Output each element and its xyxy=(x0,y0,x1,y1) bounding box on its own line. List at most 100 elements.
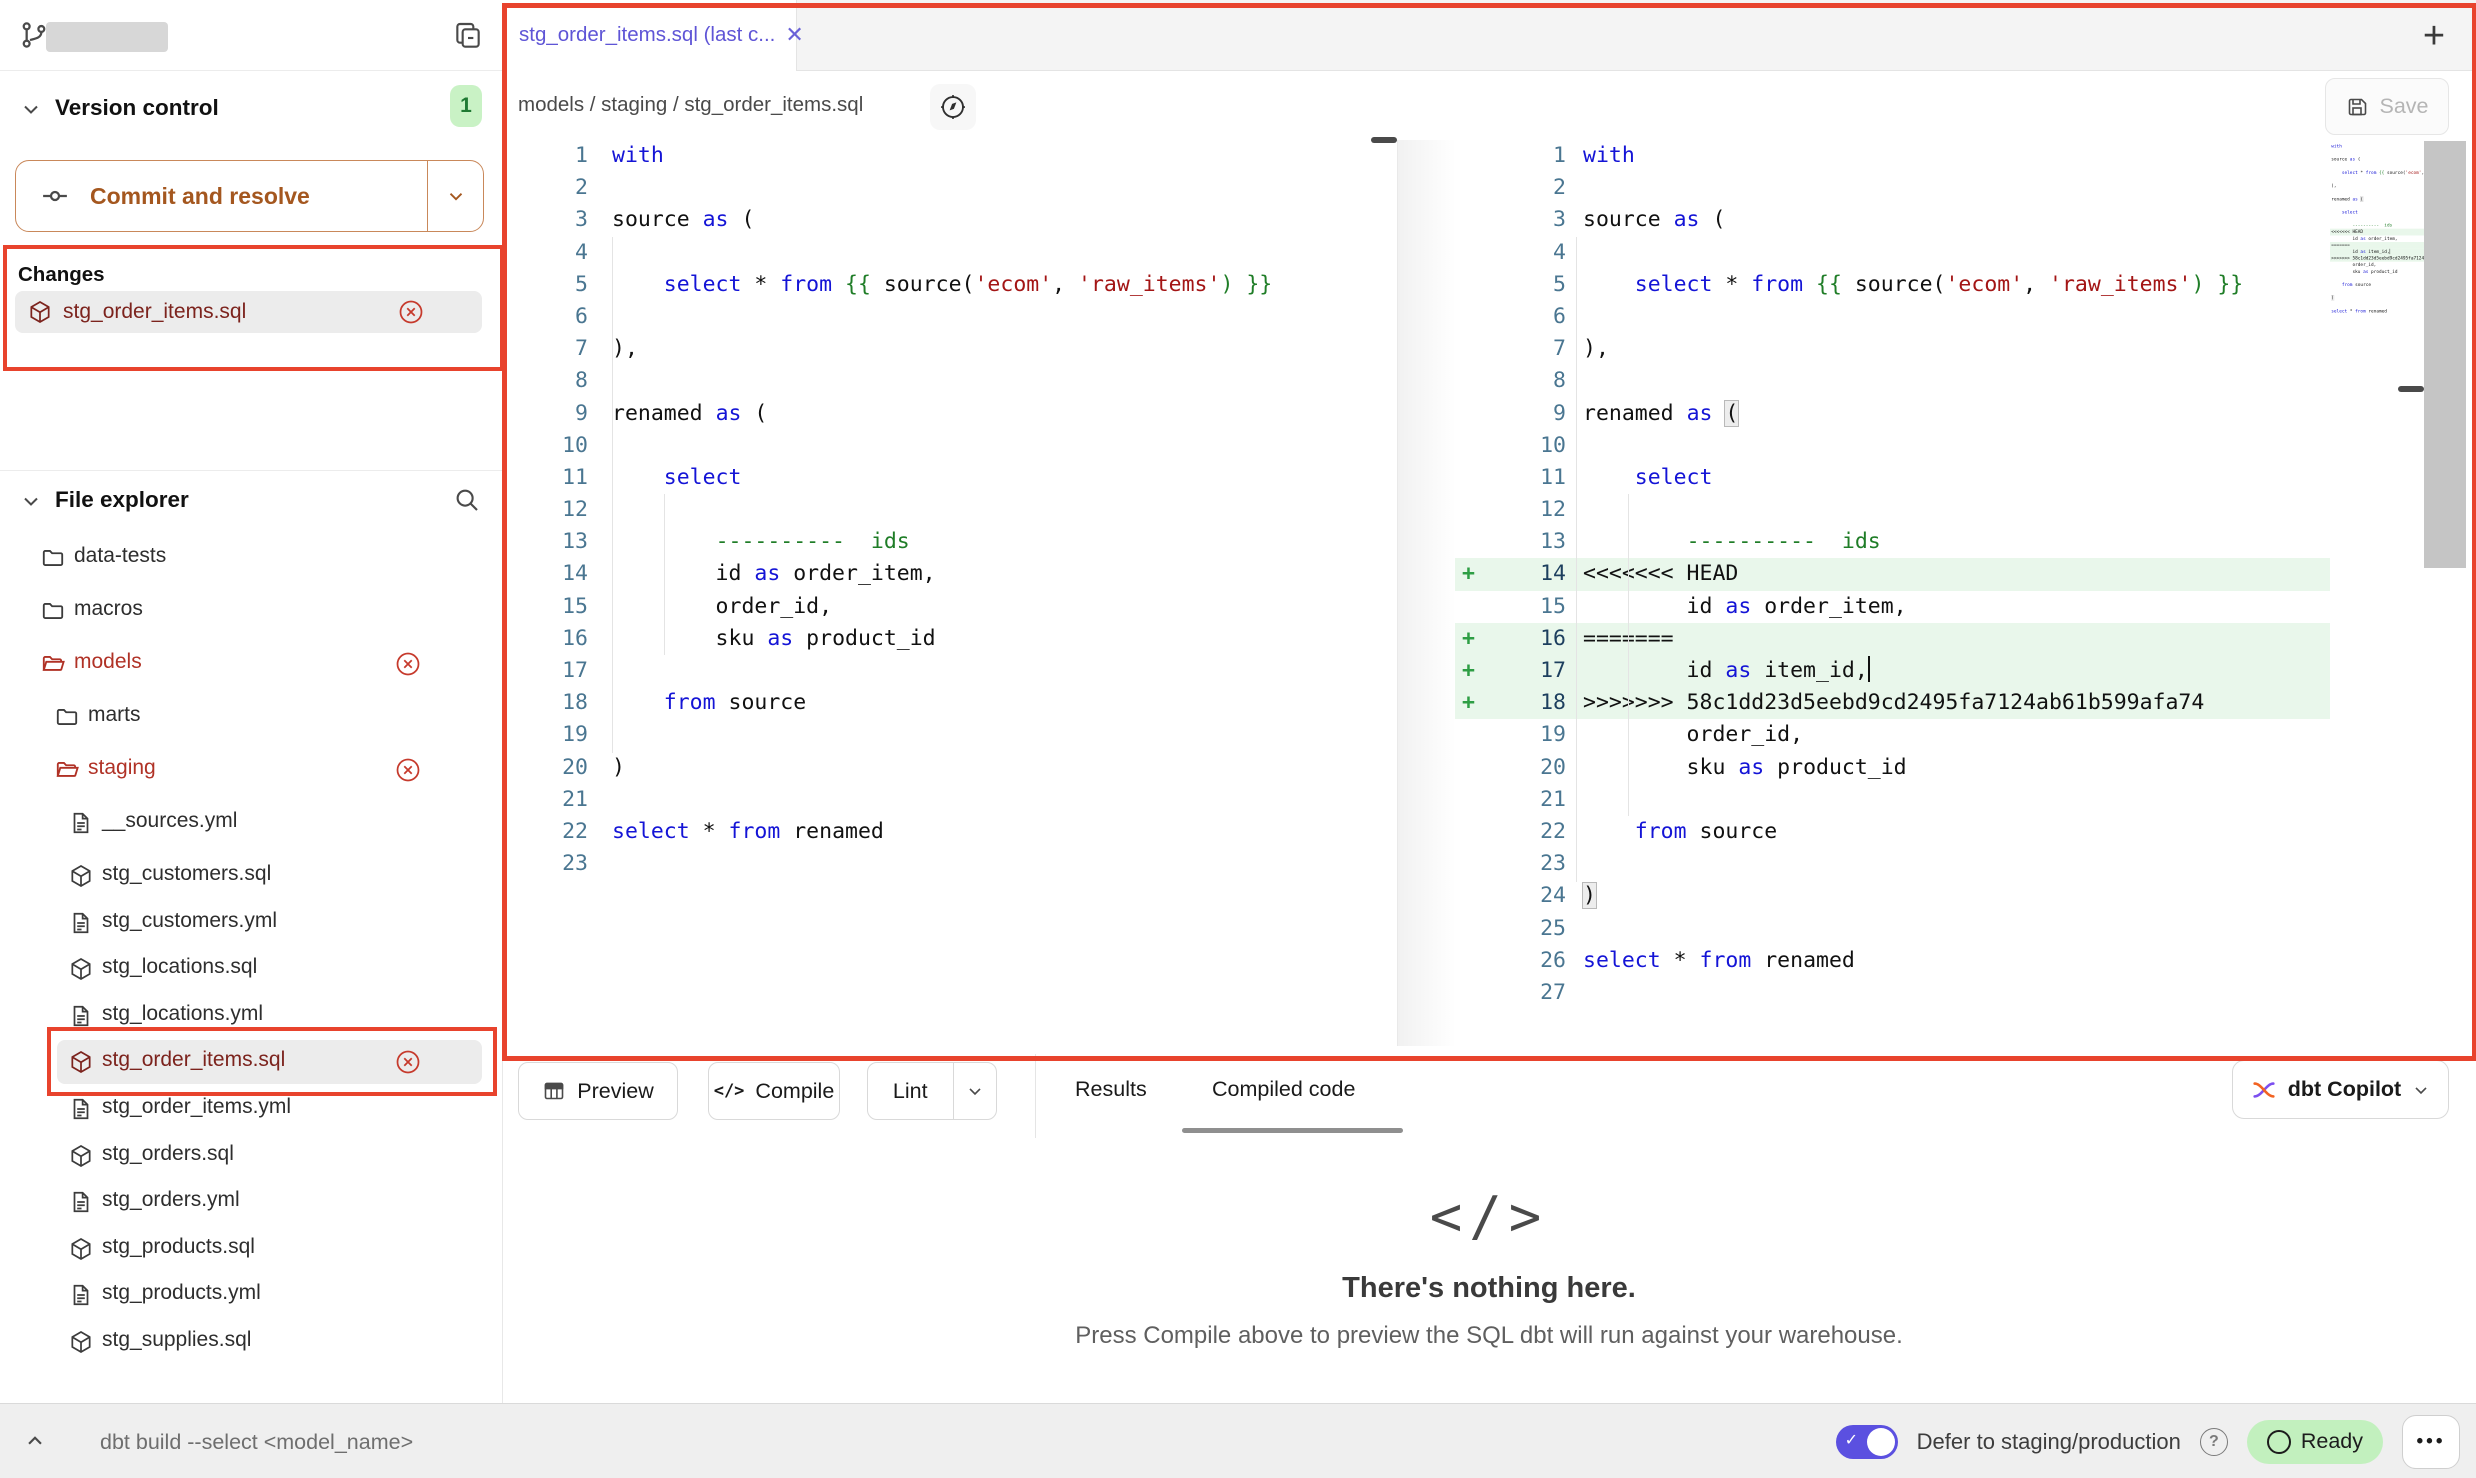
code-line-1[interactable]: 1with xyxy=(1455,140,2330,172)
minimap[interactable]: withsource as ( select * from {{ source(… xyxy=(2330,143,2424,383)
more-options-button[interactable]: ••• xyxy=(2402,1415,2460,1469)
code-line-5[interactable]: 5 select * from {{ source('ecom', 'raw_i… xyxy=(1455,269,2330,301)
code-line-21[interactable]: 21 xyxy=(502,784,1397,816)
discard-change-icon[interactable] xyxy=(394,1048,422,1081)
code-line-10[interactable]: 10 xyxy=(502,430,1397,462)
file-tree-item-macros[interactable]: macros xyxy=(0,589,502,633)
code-line-7[interactable]: 7), xyxy=(502,333,1397,365)
save-button[interactable]: Save xyxy=(2325,78,2449,135)
code-line-10[interactable] xyxy=(2330,202,2424,209)
left-scrollbar-thumb[interactable] xyxy=(1371,137,1397,143)
code-line-12[interactable]: 12 xyxy=(502,494,1397,526)
dbt-copilot-button[interactable]: dbt Copilot xyxy=(2232,1060,2449,1119)
commit-options-chevron[interactable] xyxy=(428,185,483,207)
code-line-22[interactable]: 22 from source xyxy=(1455,816,2330,848)
code-line-4[interactable]: 4 xyxy=(502,237,1397,269)
help-icon[interactable]: ? xyxy=(2200,1428,2228,1456)
code-line-13[interactable]: 13 ---------- ids xyxy=(502,526,1397,558)
code-line-3[interactable]: 3source as ( xyxy=(502,204,1397,236)
compile-button[interactable]: </> Compile xyxy=(708,1062,840,1120)
code-line-18[interactable]: +18>>>>>>> 58c1dd23d5eebd9cd2495fa7124ab… xyxy=(1455,687,2330,719)
file-tree-item-stg-orders-sql[interactable]: stg_orders.sql xyxy=(0,1134,502,1178)
code-line-2[interactable]: 2 xyxy=(502,172,1397,204)
file-tree-item-stg-customers-sql[interactable]: stg_customers.sql xyxy=(0,854,502,898)
tab-results[interactable]: Results xyxy=(1075,1077,1147,1102)
new-tab-button[interactable]: + xyxy=(2412,14,2456,58)
code-line-14[interactable]: +14<<<<<<< HEAD xyxy=(1455,558,2330,590)
file-tree-item-stg-locations-sql[interactable]: stg_locations.sql xyxy=(0,947,502,991)
code-line-19[interactable]: 19 xyxy=(502,719,1397,751)
changed-file-item[interactable]: stg_order_items.sql xyxy=(15,291,482,333)
copy-docs-icon[interactable] xyxy=(452,20,484,52)
code-line-9[interactable]: 9renamed as ( xyxy=(502,398,1397,430)
code-line-11[interactable]: select xyxy=(2330,209,2424,216)
lint-button[interactable]: Lint xyxy=(867,1062,997,1120)
lineage-compass-icon[interactable] xyxy=(930,84,976,130)
code-line-21[interactable]: 21 xyxy=(1455,784,2330,816)
chevron-down-icon[interactable] xyxy=(19,489,43,513)
code-line-4[interactable] xyxy=(2330,163,2424,170)
code-line-18[interactable]: 18 from source xyxy=(502,687,1397,719)
code-line-10[interactable]: 10 xyxy=(1455,430,2330,462)
code-line-17[interactable]: +17 id as item_id, xyxy=(1455,655,2330,687)
code-line-24[interactable]: ) xyxy=(2330,295,2424,302)
file-tree-item-stg-order-items-sql[interactable]: stg_order_items.sql xyxy=(0,1040,502,1084)
code-line-20[interactable]: 20 sku as product_id xyxy=(1455,752,2330,784)
code-line-23[interactable]: 23 xyxy=(1455,848,2330,880)
code-line-22[interactable]: 22select * from renamed xyxy=(502,816,1397,848)
lint-options-chevron[interactable] xyxy=(954,1081,996,1101)
file-tree-item-stg-supplies-sql[interactable]: stg_supplies.sql xyxy=(0,1320,502,1364)
code-line-13[interactable]: 13 ---------- ids xyxy=(1455,526,2330,558)
file-tree-item-stg-orders-yml[interactable]: stg_orders.yml xyxy=(0,1180,502,1224)
code-line-27[interactable] xyxy=(2330,315,2424,322)
code-line-19[interactable]: 19 order_id, xyxy=(1455,719,2330,751)
code-line-17[interactable]: 17 xyxy=(502,655,1397,687)
code-line-15[interactable]: 15 id as order_item, xyxy=(1455,591,2330,623)
code-line-11[interactable]: 11 select xyxy=(502,462,1397,494)
file-tree-item--sources-yml[interactable]: __sources.yml xyxy=(0,801,502,845)
code-line-20[interactable]: 20) xyxy=(502,752,1397,784)
tab-compiled-code[interactable]: Compiled code xyxy=(1212,1077,1355,1102)
code-line-8[interactable]: 8 xyxy=(502,365,1397,397)
code-line-17[interactable]: id as item_id, xyxy=(2330,249,2424,256)
code-line-14[interactable]: <<<<<<< HEAD xyxy=(2330,229,2424,236)
code-editor-left-pane[interactable]: 1with23source as (45 select * from {{ so… xyxy=(502,140,1397,1046)
editor-scrollbar[interactable] xyxy=(2424,141,2466,568)
code-line-11[interactable]: 11 select xyxy=(1455,462,2330,494)
code-line-25[interactable]: 25 xyxy=(1455,913,2330,945)
code-line-6[interactable]: 6 xyxy=(502,301,1397,333)
chevron-down-icon[interactable] xyxy=(19,97,43,121)
close-tab-icon[interactable]: ✕ xyxy=(785,22,803,48)
version-control-header[interactable]: Version control xyxy=(55,95,219,121)
file-tree-item-data-tests[interactable]: data-tests xyxy=(0,536,502,580)
commit-and-resolve-button[interactable]: Commit and resolve xyxy=(15,160,484,232)
search-icon[interactable] xyxy=(452,485,482,515)
file-tree-item-stg-customers-yml[interactable]: stg_customers.yml xyxy=(0,901,502,945)
code-editor-right-pane[interactable]: 1with23source as (45 select * from {{ so… xyxy=(1455,140,2330,1046)
tab-stg-order-items[interactable]: stg_order_items.sql (last c... ✕ xyxy=(502,0,796,70)
code-line-24[interactable]: 24) xyxy=(1455,880,2330,912)
code-line-27[interactable]: 27 xyxy=(1455,977,2330,1009)
file-tree-item-stg-order-items-yml[interactable]: stg_order_items.yml xyxy=(0,1087,502,1131)
code-line-1[interactable]: 1with xyxy=(502,140,1397,172)
file-tree-item-staging[interactable]: staging xyxy=(0,748,502,792)
file-tree-item-stg-products-sql[interactable]: stg_products.sql xyxy=(0,1227,502,1271)
code-line-3[interactable]: 3source as ( xyxy=(1455,204,2330,236)
discard-change-icon[interactable] xyxy=(394,756,422,789)
preview-button[interactable]: Preview xyxy=(518,1062,678,1120)
expand-panel-chevron-icon[interactable] xyxy=(22,1428,48,1454)
code-line-2[interactable]: 2 xyxy=(1455,172,2330,204)
code-line-7[interactable]: 7), xyxy=(1455,333,2330,365)
code-line-8[interactable]: 8 xyxy=(1455,365,2330,397)
code-line-5[interactable]: 5 select * from {{ source('ecom', 'raw_i… xyxy=(502,269,1397,301)
code-line-12[interactable]: 12 xyxy=(1455,494,2330,526)
file-tree-item-stg-locations-yml[interactable]: stg_locations.yml xyxy=(0,994,502,1038)
file-tree-item-stg-products-yml[interactable]: stg_products.yml xyxy=(0,1273,502,1317)
file-explorer-header[interactable]: File explorer xyxy=(55,487,189,513)
code-line-16[interactable]: 16 sku as product_id xyxy=(502,623,1397,655)
code-line-26[interactable]: 26select * from renamed xyxy=(1455,945,2330,977)
file-tree-item-marts[interactable]: marts xyxy=(0,695,502,739)
command-input[interactable] xyxy=(98,1418,1602,1466)
defer-toggle[interactable]: ✓ xyxy=(1836,1425,1898,1459)
file-tree-item-models[interactable]: models xyxy=(0,642,502,686)
